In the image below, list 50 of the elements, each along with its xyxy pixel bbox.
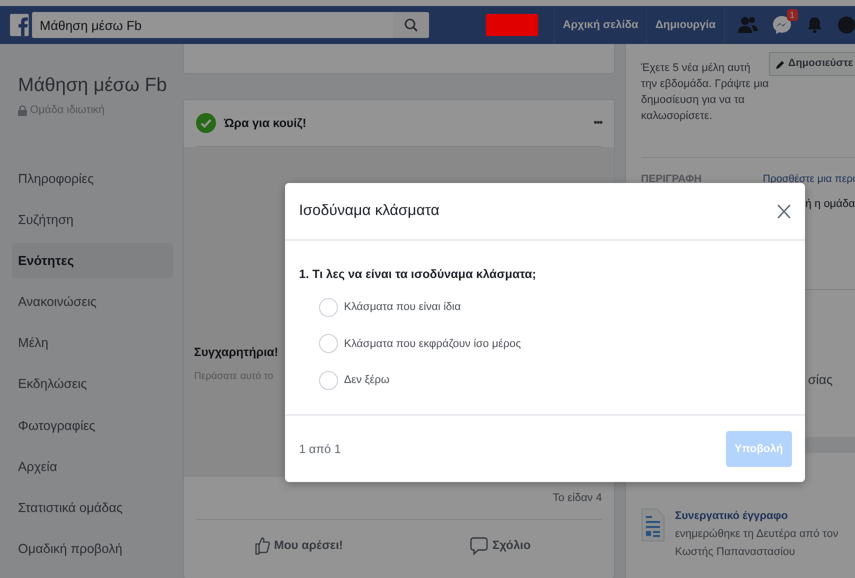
group-name: Μάθηση μέσω Fb [17, 74, 168, 98]
sidebar-item[interactable]: Ενότητες [12, 242, 173, 278]
new-members-text: Έχετε 5 νέα μέλη αυτή την εβδομάδα. Γράψτε μια δημοσίευση για να τα καλωσορίσετε. [641, 61, 770, 124]
add-description-link[interactable]: Προσθέστε μια περι [762, 172, 855, 188]
sidebar-item[interactable]: Φωτογραφίες [12, 408, 173, 443]
post-button[interactable]: Δημοσιεύστε [769, 52, 855, 76]
search-field[interactable]: Μάθηση μέσω Fb [32, 12, 393, 38]
radio-button[interactable] [319, 370, 338, 390]
document-title[interactable]: Συνεργατικό έγγραφο [675, 508, 838, 524]
close-icon [777, 204, 791, 218]
progress-text: 1 από 1 [299, 441, 341, 458]
sidebar-item[interactable]: Συζήτηση [12, 202, 173, 237]
section-label: ΠΕΡΙΓΡΑΦΗ [641, 172, 702, 187]
result-heading: Συγχαρητήρια! [194, 344, 278, 361]
help-icon[interactable] [838, 15, 855, 35]
search-icon [404, 18, 418, 32]
friends-icon[interactable] [736, 16, 759, 34]
option-label: Κλάσματα που είναι ίδια [344, 300, 461, 315]
comment-icon [470, 536, 488, 554]
search-button[interactable] [392, 12, 429, 38]
bell-icon[interactable] [806, 15, 822, 35]
info-text: σίας [808, 372, 833, 387]
check-icon [196, 113, 216, 133]
radio-button[interactable] [319, 298, 338, 317]
question-text: 1. Τι λες να είναι τα ισοδύναμα κλάσματα; [299, 266, 538, 283]
action-button[interactable]: Μου αρέσει! [196, 534, 399, 556]
lock-icon [18, 104, 27, 116]
option-label: Κλάσματα που εκφράζουν ίσο μέρος [344, 336, 521, 352]
document-meta: ενημερώθηκε τη Δευτέρα από τον [675, 526, 838, 542]
description-text: ή η ομάδα [805, 198, 855, 210]
document-author: Κωστής Παπαναστασίου [675, 544, 796, 560]
sidebar-item[interactable]: Εκδηλώσεις [12, 366, 173, 402]
action-button[interactable]: Σχόλιο [399, 534, 602, 556]
redaction-block [486, 14, 538, 36]
radio-button[interactable] [319, 334, 338, 354]
sidebar-item[interactable]: Μέλη [12, 325, 173, 360]
option-label: Δεν ξέρω [344, 373, 390, 388]
document-icon [641, 508, 665, 542]
notification-badge: 1 [786, 9, 798, 21]
sidebar-item[interactable]: Πληροφορίες [12, 160, 173, 196]
more-button[interactable]: ••• [593, 114, 602, 132]
logo-icon[interactable] [10, 12, 29, 38]
sidebar-item[interactable]: Στατιστικά ομάδας [12, 490, 173, 525]
sidebar-item[interactable]: Ανακοινώσεις [12, 284, 173, 320]
sidebar-item[interactable]: Ομαδική προβολή [12, 531, 173, 566]
sidebar-item[interactable]: Αρχεία [12, 448, 173, 484]
dialog-title: Ισοδύναμα κλάσματα [299, 200, 440, 221]
views-count: Το είδαν 4 [552, 490, 602, 506]
pencil-icon [776, 60, 786, 68]
post-title: Ώρα για κουίζ! [224, 115, 308, 132]
